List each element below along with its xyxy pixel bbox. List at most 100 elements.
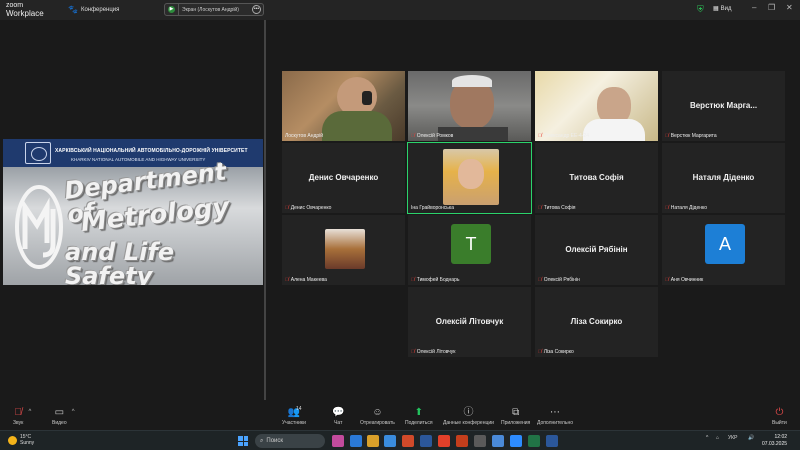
- leave-label: Выйти: [772, 420, 787, 426]
- network-icon[interactable]: ⌂: [716, 435, 719, 441]
- chevron-up-icon[interactable]: ^: [72, 409, 75, 415]
- app-icon-task-view[interactable]: [350, 435, 362, 447]
- encryption-shield-icon[interactable]: ⛨: [697, 4, 706, 15]
- participant-tile[interactable]: Лоскутов Андрій: [281, 70, 406, 142]
- mic-muted-icon: 🎙̸: [411, 349, 415, 355]
- participant-tile[interactable]: 🎙̸ Олександр ЕЕ-4-24: [534, 70, 659, 142]
- app-icon-generic[interactable]: [474, 435, 486, 447]
- zoom-app-icon[interactable]: [510, 435, 522, 447]
- participant-video-body: [583, 119, 645, 141]
- participant-name: Аня Овчинник: [670, 277, 704, 283]
- apps-label: Приложения: [501, 420, 531, 426]
- audio-button[interactable]: 🎙̸ Звук ^: [13, 407, 31, 426]
- participant-name: Тимофей Боднарь: [416, 277, 460, 283]
- meeting-title-area[interactable]: 🐾 Конференция: [68, 5, 119, 14]
- video-label: Видео: [52, 420, 67, 426]
- participant-label: 🎙̸ Титова Софія: [538, 205, 576, 211]
- participant-display-name: Титова Софія: [569, 173, 624, 182]
- language-indicator[interactable]: УКР: [728, 435, 737, 441]
- participant-tile[interactable]: Денис Овчаренко 🎙̸ Денис Овчаренко: [281, 142, 406, 214]
- participant-tile[interactable]: Ліза Сокирко 🎙̸ Ліза Сокирко: [534, 286, 659, 358]
- participant-name: Лоскутов Андрій: [285, 133, 324, 139]
- mic-muted-icon: 🎙̸: [538, 205, 542, 211]
- taskbar-search[interactable]: ⌕ Поиск: [255, 434, 325, 448]
- windows-taskbar: 15°C Sunny ⌕ Поиск ^ ⌂ УКР 🔊 12:02 07.03…: [0, 430, 800, 450]
- leave-button[interactable]: ⏻ Выйти: [772, 407, 787, 426]
- participant-display-name: Олексій Рябінін: [565, 245, 628, 254]
- word-icon[interactable]: [546, 435, 558, 447]
- shared-screen[interactable]: ХАРКІВСЬКИЙ НАЦІОНАЛЬНИЙ АВТОМОБІЛЬНО-ДО…: [3, 139, 263, 285]
- screen-share-label: Экран (Лоскутов Андрій): [182, 6, 239, 13]
- participant-tile[interactable]: Наталя Діденко 🎙̸ Наталя Діденко: [661, 142, 786, 214]
- panel-splitter[interactable]: [264, 20, 266, 400]
- department-logo-icon: [15, 185, 63, 269]
- tray-chevron-icon[interactable]: ^: [706, 435, 708, 441]
- mic-muted-icon: 🎙̸: [411, 277, 415, 283]
- university-name-ua: ХАРКІВСЬКИЙ НАЦІОНАЛЬНИЙ АВТОМОБІЛЬНО-ДО…: [55, 148, 248, 154]
- app-icon-office[interactable]: [402, 435, 414, 447]
- top-bar: zoom Workplace 🐾 Конференция ▶ Экран (Ло…: [0, 0, 800, 20]
- participant-tile[interactable]: Олексій Рябінін 🎙̸ Олексій Рябінін: [534, 214, 659, 286]
- app-icon-photos[interactable]: [492, 435, 504, 447]
- participant-label: 🎙̸ Верстюк Маргарита: [665, 133, 717, 139]
- app-icon-outlook[interactable]: [420, 435, 432, 447]
- more-icon: ⋯: [550, 407, 560, 418]
- participant-label: 🎙̸ Наталя Діденко: [665, 205, 707, 211]
- participant-tile[interactable]: Титова Софія 🎙̸ Титова Софія: [534, 142, 659, 214]
- participant-display-name: Наталя Діденко: [692, 173, 755, 182]
- participant-tile[interactable]: 🎙̸ Алена Макеева: [281, 214, 406, 286]
- participant-name: Олександр ЕЕ-4-24: [543, 133, 589, 139]
- weather-widget[interactable]: 15°C Sunny: [8, 434, 34, 446]
- participant-tile[interactable]: T 🎙̸ Тимофей Боднарь: [407, 214, 532, 286]
- restore-icon[interactable]: ❐: [768, 3, 775, 12]
- meeting-info-label: Данные конференции: [443, 420, 494, 426]
- more-button[interactable]: ⋯ Дополнительно: [537, 407, 573, 426]
- participants-label: Участники: [282, 420, 306, 426]
- edge-browser-icon[interactable]: [384, 435, 396, 447]
- participant-label: 🎙̸ Алена Макеева: [285, 277, 327, 283]
- share-label: Поделиться: [405, 420, 433, 426]
- mic-muted-icon: 🎙̸: [538, 277, 542, 283]
- participant-tile[interactable]: Верстюк Марга... 🎙̸ Верстюк Маргарита: [661, 70, 786, 142]
- apps-button[interactable]: ⧉ Приложения: [501, 407, 530, 426]
- speaker-icon[interactable]: 🔊: [748, 435, 754, 441]
- mic-muted-icon: 🎙̸: [538, 133, 542, 139]
- minimize-icon[interactable]: –: [752, 3, 756, 12]
- file-explorer-icon[interactable]: [367, 435, 379, 447]
- participant-name: Денис Овчаренко: [290, 205, 332, 211]
- participant-tile[interactable]: 🎙̸ Олексій Ромков: [407, 70, 532, 142]
- meeting-info-button[interactable]: ⓘ Данные конференции: [443, 407, 494, 426]
- participant-tile-active-speaker[interactable]: Іна Грайворонська: [407, 142, 532, 214]
- participant-name: Олексій Ромков: [416, 133, 454, 139]
- chevron-up-icon[interactable]: ^: [28, 409, 31, 415]
- participant-video-body: [322, 111, 392, 141]
- view-label: Вид: [720, 5, 732, 12]
- participant-name: Титова Софія: [543, 205, 576, 211]
- participant-letter-avatar: A: [705, 224, 745, 264]
- windows-start-icon[interactable]: [238, 436, 248, 446]
- participant-label: 🎙̸ Олексій Літовчук: [411, 349, 455, 355]
- powerpoint-icon[interactable]: [456, 435, 468, 447]
- participant-display-name: Денис Овчаренко: [308, 173, 379, 182]
- participants-button[interactable]: 👥 14 Участники: [282, 406, 306, 426]
- screen-share-pill[interactable]: ▶ Экран (Лоскутов Андрій) •••: [164, 3, 264, 16]
- department-line-3: and Life Safety: [65, 238, 175, 285]
- app-icon-copilot[interactable]: [332, 435, 344, 447]
- taskbar-clock[interactable]: 12:02 07.03.2025: [762, 434, 787, 448]
- share-screen-button[interactable]: ⬆ Поделиться: [405, 407, 433, 426]
- participant-tile[interactable]: Олексій Літовчук 🎙̸ Олексій Літовчук: [407, 286, 532, 358]
- excel-icon[interactable]: [528, 435, 540, 447]
- video-button[interactable]: ▭ Видео ^: [52, 407, 75, 426]
- participant-tile[interactable]: A 🎙̸ Аня Овчинник: [661, 214, 786, 286]
- paw-icon: 🐾: [68, 5, 78, 14]
- react-label: Отреагировать: [360, 420, 395, 426]
- close-icon[interactable]: ✕: [786, 3, 793, 12]
- chat-button[interactable]: 💬 Чат: [332, 407, 344, 426]
- chrome-browser-icon[interactable]: [438, 435, 450, 447]
- participant-name: Олексій Рябінін: [543, 277, 580, 283]
- weather-desc: Sunny: [20, 440, 35, 446]
- participant-label: Лоскутов Андрій: [285, 133, 323, 139]
- view-button[interactable]: ▦ Вид: [713, 5, 732, 13]
- react-button[interactable]: ☺ Отреагировать: [360, 407, 395, 426]
- more-options-icon[interactable]: •••: [252, 5, 261, 14]
